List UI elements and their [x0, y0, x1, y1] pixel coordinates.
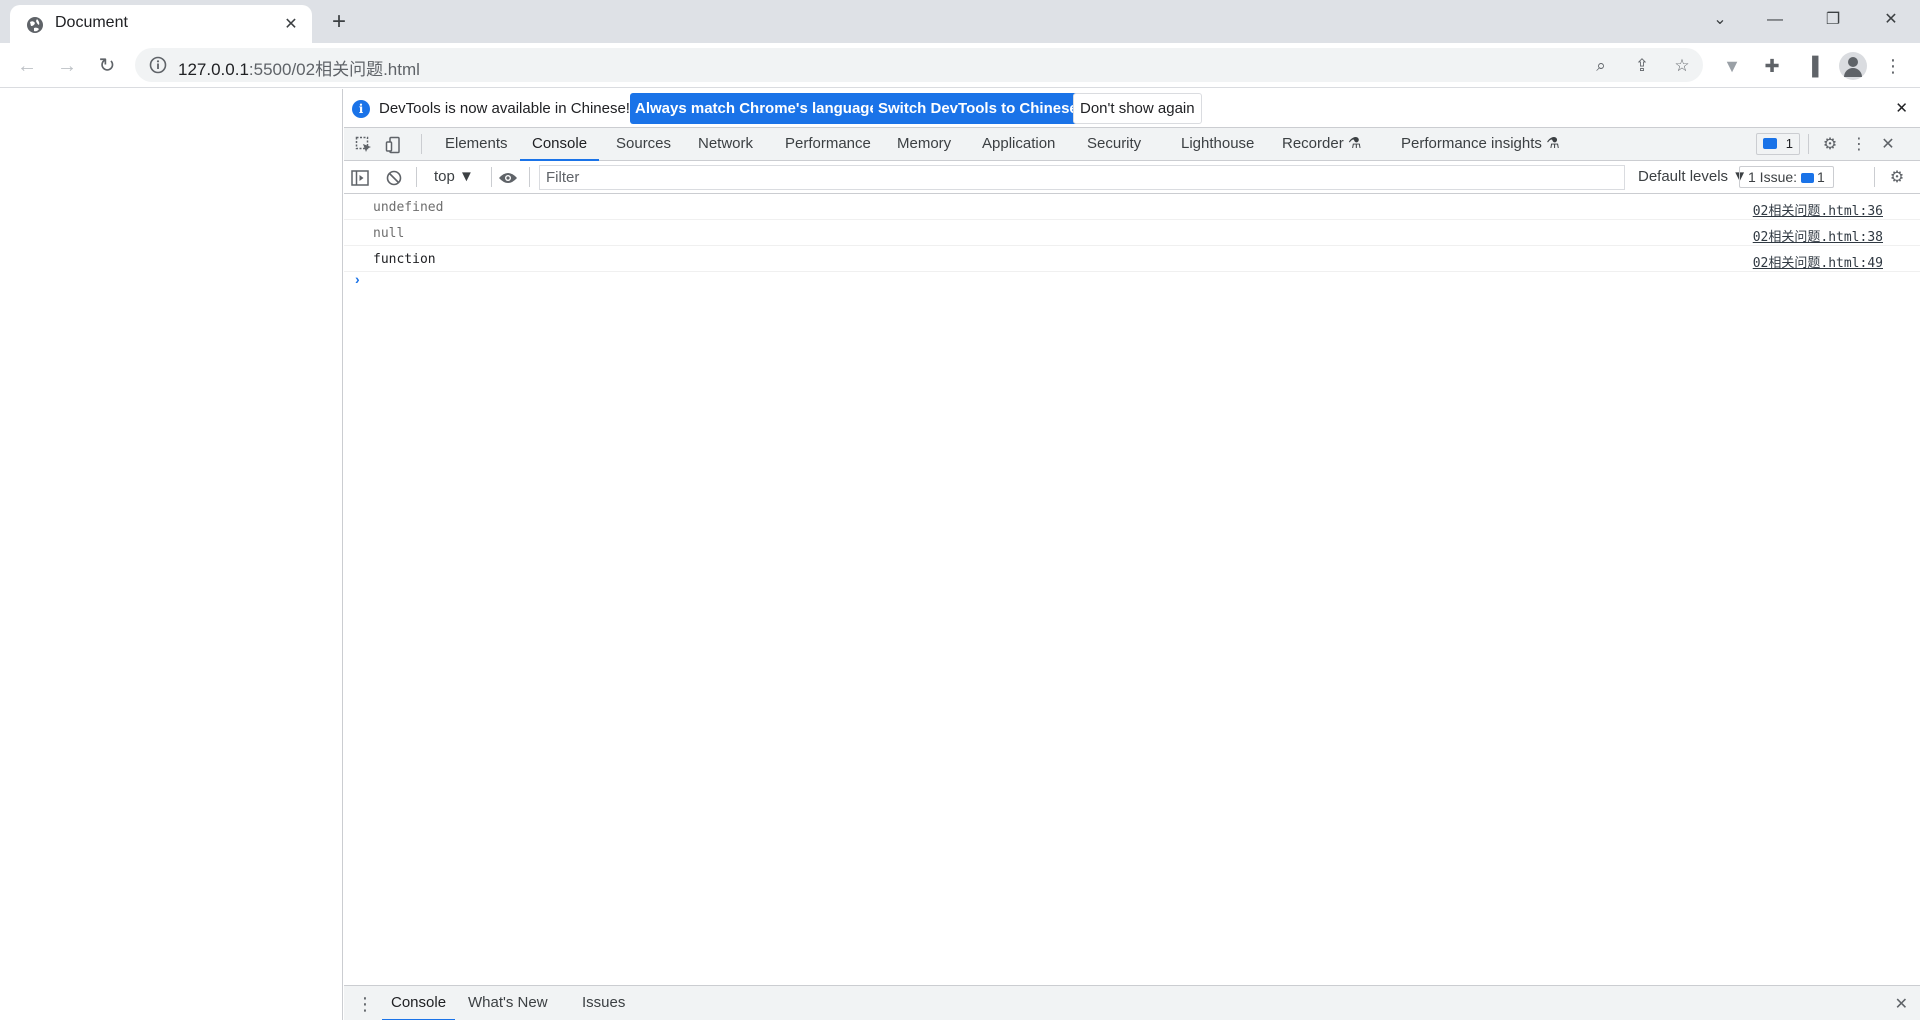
- console-prompt-chevron-icon[interactable]: ›: [355, 271, 360, 287]
- separator: [1808, 134, 1809, 154]
- tab-security[interactable]: Security: [1087, 128, 1141, 161]
- settings-gear-icon[interactable]: ⚙: [1818, 133, 1842, 157]
- browser-toolbar: ← → ↻ 127.0.0.1:5500/02相关问题.html ⌕ ⇪ ☆ ▼…: [0, 43, 1920, 88]
- always-match-language-button[interactable]: Always match Chrome's language: [630, 93, 883, 124]
- console-output[interactable]: undefined 02相关问题.html:36 null 02相关问题.htm…: [344, 194, 1920, 985]
- tab-application[interactable]: Application: [982, 128, 1055, 161]
- live-expression-eye-icon[interactable]: [496, 166, 520, 190]
- log-message: null: [373, 226, 405, 241]
- infobar-close-icon[interactable]: ✕: [1895, 99, 1908, 117]
- new-tab-button[interactable]: +: [325, 9, 353, 37]
- log-levels-dropdown[interactable]: Default levels ▼: [1638, 168, 1747, 185]
- globe-icon: [27, 17, 43, 33]
- infobar-message: DevTools is now available in Chinese!: [379, 100, 630, 117]
- close-drawer-icon[interactable]: ✕: [1895, 994, 1908, 1014]
- console-settings-gear-icon[interactable]: ⚙: [1885, 166, 1909, 190]
- tab-console[interactable]: Console: [520, 128, 600, 161]
- language-infobar: i DevTools is now available in Chinese! …: [344, 89, 1920, 128]
- address-bar[interactable]: 127.0.0.1:5500/02相关问题.html ⌕ ⇪ ☆: [135, 48, 1703, 82]
- messages-badge[interactable]: 1: [1756, 133, 1800, 155]
- tab-performance-insights[interactable]: Performance insights ⚗: [1401, 128, 1560, 161]
- devtools-tabbar: Elements Console Sources Network Perform…: [344, 128, 1920, 161]
- separator: [529, 167, 530, 187]
- site-info-icon[interactable]: [149, 56, 167, 74]
- tab-search-icon[interactable]: ⌄: [1700, 6, 1740, 34]
- issues-counter[interactable]: 1 Issue: 1: [1739, 166, 1834, 188]
- info-icon: i: [352, 100, 370, 118]
- separator: [491, 167, 492, 187]
- tab-recorder[interactable]: Recorder ⚗: [1282, 128, 1361, 161]
- separator: [1874, 167, 1875, 187]
- extensions-icon[interactable]: ✚: [1759, 53, 1785, 79]
- close-window-button[interactable]: ✕: [1871, 6, 1911, 34]
- side-panel-icon[interactable]: ▐: [1799, 53, 1825, 79]
- reload-button[interactable]: ↻: [92, 51, 122, 81]
- tab-memory[interactable]: Memory: [897, 128, 951, 161]
- tab-lighthouse[interactable]: Lighthouse: [1181, 128, 1254, 161]
- forward-button[interactable]: →: [52, 51, 82, 81]
- log-row: function 02相关问题.html:49: [344, 246, 1920, 272]
- issue-icon: [1801, 173, 1815, 183]
- tab-network[interactable]: Network: [698, 128, 753, 161]
- tab-sources[interactable]: Sources: [616, 128, 671, 161]
- back-button[interactable]: ←: [12, 51, 42, 81]
- minimize-button[interactable]: —: [1755, 6, 1795, 34]
- log-message: function: [373, 252, 436, 267]
- log-row: undefined 02相关问题.html:36: [344, 194, 1920, 220]
- switch-to-chinese-button[interactable]: Switch DevTools to Chinese: [873, 93, 1083, 124]
- page-viewport: [0, 89, 343, 1020]
- browser-tab[interactable]: Document ✕: [10, 5, 312, 43]
- drawer-tab-issues[interactable]: Issues: [582, 986, 625, 1020]
- sidebar-toggle-icon[interactable]: [348, 166, 372, 190]
- message-icon: [1763, 138, 1777, 149]
- restore-button[interactable]: ❐: [1813, 6, 1853, 34]
- separator: [421, 134, 422, 154]
- chrome-menu-icon[interactable]: ⋮: [1880, 53, 1906, 79]
- devtools-panel: i DevTools is now available in Chinese! …: [344, 89, 1920, 1020]
- tab-performance[interactable]: Performance: [785, 128, 871, 161]
- share-icon[interactable]: ⇪: [1631, 55, 1653, 77]
- vue-devtools-extension-icon[interactable]: ▼: [1719, 53, 1745, 79]
- filter-field[interactable]: [539, 165, 1625, 190]
- log-row: null 02相关问题.html:38: [344, 220, 1920, 246]
- devtools-drawer: ⋮ Console What's New Issues ✕: [344, 985, 1920, 1020]
- filter-input[interactable]: [540, 166, 1624, 189]
- log-source-link[interactable]: 02相关问题.html:49: [1753, 252, 1883, 271]
- inspect-element-icon[interactable]: [352, 133, 376, 157]
- log-source-link[interactable]: 02相关问题.html:38: [1753, 226, 1883, 245]
- tab-title: Document: [55, 14, 128, 31]
- browser-tabstrip: Document ✕ + ⌄ — ❐ ✕: [0, 0, 1920, 43]
- context-selector[interactable]: top ▼: [434, 168, 474, 185]
- device-toolbar-icon[interactable]: [382, 133, 406, 157]
- devtools-menu-icon[interactable]: ⋮: [1847, 133, 1871, 157]
- tab-elements[interactable]: Elements: [445, 128, 508, 161]
- clear-console-icon[interactable]: [382, 166, 406, 190]
- drawer-tab-whats-new[interactable]: What's New: [468, 986, 548, 1020]
- experiment-flask-icon: ⚗: [1546, 135, 1560, 152]
- dont-show-again-button[interactable]: Don't show again: [1073, 93, 1202, 124]
- close-devtools-icon[interactable]: ✕: [1876, 133, 1900, 157]
- bookmark-star-icon[interactable]: ☆: [1671, 55, 1693, 77]
- console-toolbar: top ▼ Default levels ▼ 1 Issue:1 ⚙: [344, 161, 1920, 194]
- zoom-icon[interactable]: ⌕: [1590, 55, 1612, 77]
- tab-close-icon[interactable]: ✕: [280, 14, 302, 36]
- drawer-tab-console[interactable]: Console: [382, 986, 456, 1020]
- experiment-flask-icon: ⚗: [1347, 135, 1362, 152]
- separator: [416, 167, 417, 187]
- log-message: undefined: [373, 200, 444, 215]
- dropdown-arrow-icon: ▼: [459, 168, 474, 185]
- log-source-link[interactable]: 02相关问题.html:36: [1753, 200, 1883, 219]
- drawer-menu-icon[interactable]: ⋮: [356, 994, 374, 1015]
- profile-avatar-icon[interactable]: [1839, 52, 1867, 80]
- url-text[interactable]: 127.0.0.1:5500/02相关问题.html: [178, 55, 420, 80]
